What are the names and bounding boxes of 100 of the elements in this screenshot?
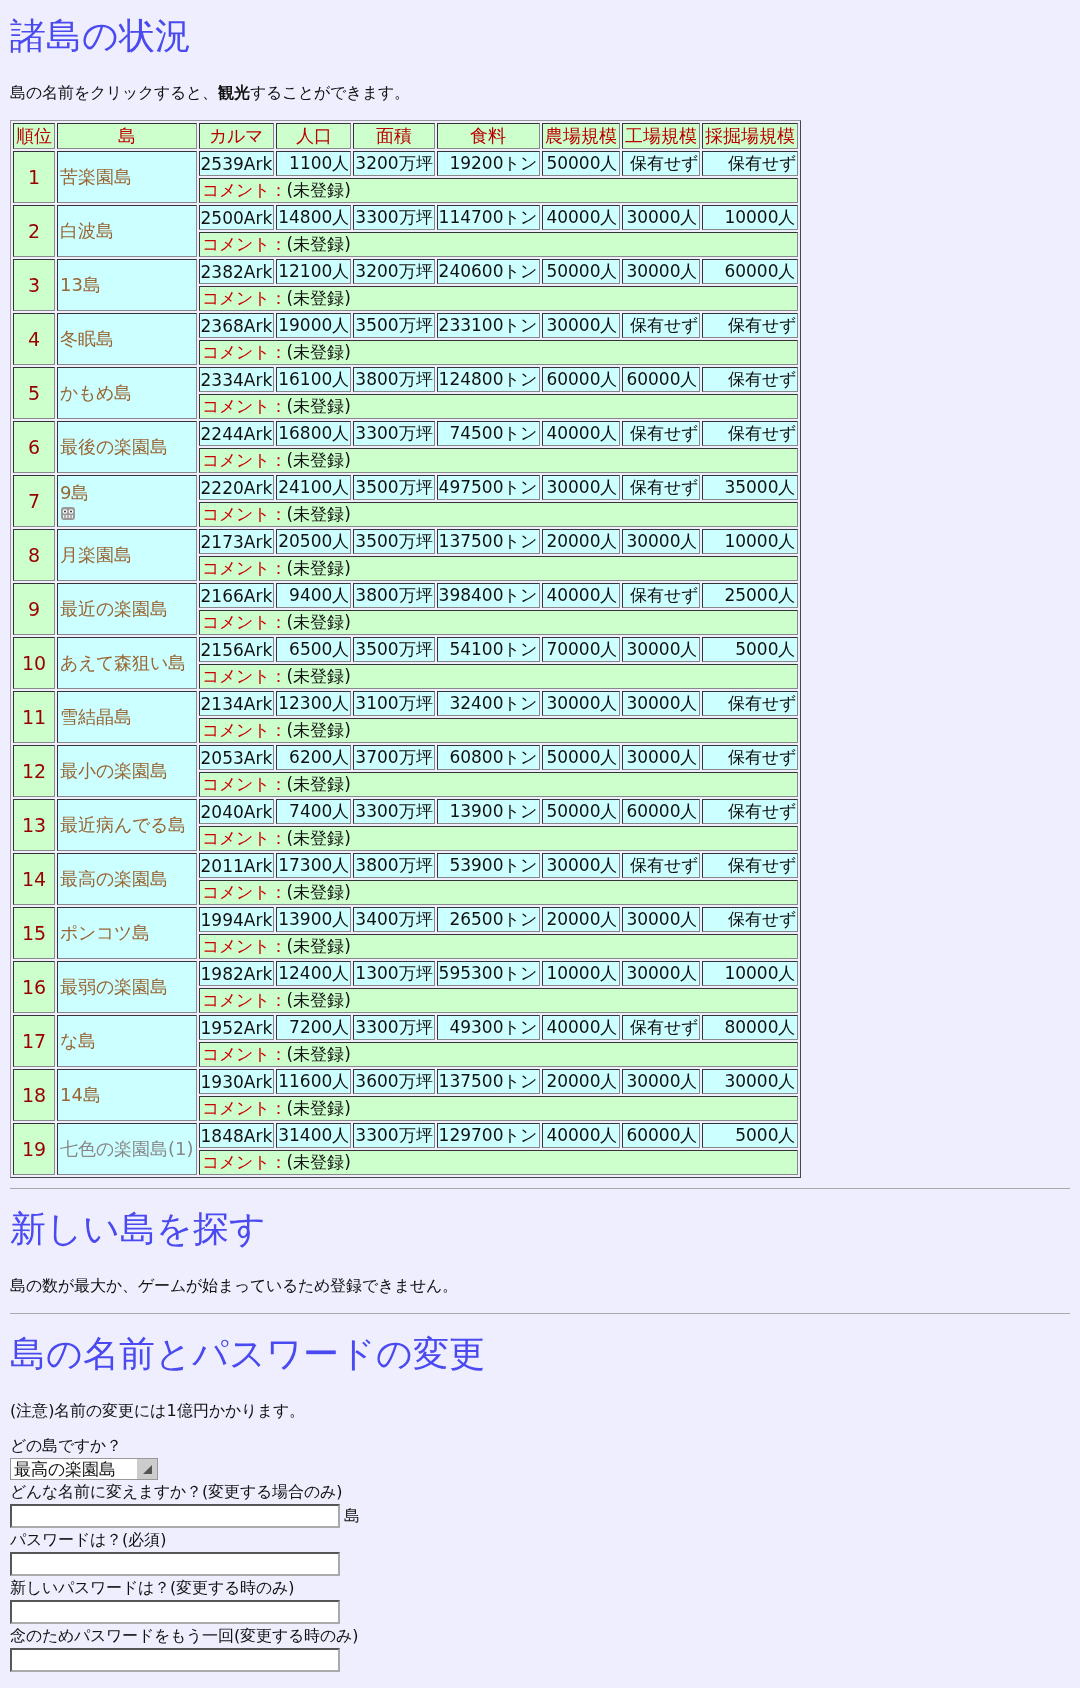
table-cell: 2134Ark: [198, 691, 275, 716]
comment-cell: コメント：(未登録): [198, 1096, 798, 1121]
table-cell: 2382Ark: [198, 259, 275, 284]
table-cell: 19000人: [276, 313, 352, 338]
table-cell: 7400人: [276, 799, 352, 824]
table-cell: 保有せず: [701, 367, 798, 392]
island-link[interactable]: 苦楽園島: [60, 165, 132, 189]
field-label: どの島ですか？: [10, 1436, 122, 1455]
table-cell: 3100万坪: [353, 691, 435, 716]
table-cell: 2500Ark: [198, 205, 275, 230]
rank-cell: 15: [13, 907, 55, 959]
table-cell: 保有せず: [621, 583, 700, 608]
table-cell: 40000人: [541, 1015, 620, 1040]
island-link[interactable]: あえて森狙い島: [60, 651, 186, 675]
island-link[interactable]: 最近病んでる島: [60, 813, 186, 837]
table-cell: 9400人: [276, 583, 352, 608]
table-cell: 2011Ark: [198, 853, 275, 878]
input-field[interactable]: [10, 1648, 340, 1672]
comment-cell: コメント：(未登録): [198, 610, 798, 635]
comment-cell: コメント：(未登録): [198, 286, 798, 311]
island-link[interactable]: 雪結晶島: [60, 705, 132, 729]
table-cell: 398400トン: [436, 583, 540, 608]
table-cell: 保有せず: [701, 313, 798, 338]
table-cell: 30000人: [541, 475, 620, 500]
note-text: (注意)名前の変更には1億円かかります。: [10, 1401, 305, 1422]
table-cell: 40000人: [541, 205, 620, 230]
island-link[interactable]: な島: [60, 1029, 96, 1053]
comment-cell: コメント：(未登録): [198, 934, 798, 959]
island-select[interactable]: 最高の楽園島: [10, 1458, 158, 1480]
table-cell: 32400トン: [436, 691, 540, 716]
table-cell: 保有せず: [701, 691, 798, 716]
table-cell: 240600トン: [436, 259, 540, 284]
table-cell: 2166Ark: [198, 583, 275, 608]
comment-cell: コメント：(未登録): [198, 394, 798, 419]
column-header: 人口: [276, 123, 352, 149]
table-cell: 60000人: [621, 367, 700, 392]
rank-cell: 1: [13, 151, 55, 203]
table-cell: 保有せず: [621, 151, 700, 176]
rank-cell: 16: [13, 961, 55, 1013]
table-cell: 25000人: [701, 583, 798, 608]
input-field[interactable]: [10, 1600, 340, 1624]
comment-cell: コメント：(未登録): [198, 772, 798, 797]
rank-cell: 14: [13, 853, 55, 905]
rank-cell: 11: [13, 691, 55, 743]
rank-cell: 9: [13, 583, 55, 635]
input-field[interactable]: [10, 1504, 340, 1528]
island-link[interactable]: 9島: [60, 481, 90, 505]
table-cell: 3200万坪: [353, 259, 435, 284]
comment-cell: コメント：(未登録): [198, 448, 798, 473]
table-cell: 保有せず: [701, 421, 798, 446]
column-header: 農場規模: [541, 123, 620, 149]
table-cell: 2334Ark: [198, 367, 275, 392]
table-cell: 31400人: [276, 1123, 352, 1148]
table-cell: 60000人: [701, 259, 798, 284]
table-cell: 保有せず: [701, 745, 798, 770]
table-cell: 3200万坪: [353, 151, 435, 176]
island-link[interactable]: かもめ島: [60, 381, 132, 405]
island-link[interactable]: 最弱の楽園島: [60, 975, 168, 999]
island-link[interactable]: 冬眠島: [60, 327, 114, 351]
column-header: 採掘場規模: [701, 123, 798, 149]
table-cell: 13900人: [276, 907, 352, 932]
comment-cell: コメント：(未登録): [198, 988, 798, 1013]
table-cell: 30000人: [701, 1069, 798, 1094]
field-label: パスワードは？(必須): [10, 1530, 167, 1549]
field-label: 念のためパスワードをもう一回(変更する時のみ): [10, 1626, 359, 1645]
table-cell: 20500人: [276, 529, 352, 554]
table-cell: 2220Ark: [198, 475, 275, 500]
table-cell: 26500トン: [436, 907, 540, 932]
comment-cell: コメント：(未登録): [198, 178, 798, 203]
island-link[interactable]: 最小の楽園島: [60, 759, 168, 783]
island-link[interactable]: 最後の楽園島: [60, 435, 168, 459]
island-link[interactable]: 月楽園島: [60, 543, 132, 567]
island-link[interactable]: 白波島: [60, 219, 114, 243]
island-link[interactable]: 最高の楽園島: [60, 867, 168, 891]
table-cell: 40000人: [541, 1123, 620, 1148]
table-cell: 14800人: [276, 205, 352, 230]
rank-cell: 2: [13, 205, 55, 257]
comment-cell: コメント：(未登録): [198, 340, 798, 365]
intro-text: 島の名前をクリックすると、観光することができます。: [10, 83, 410, 104]
island-link[interactable]: ポンコツ島: [60, 921, 150, 945]
input-field[interactable]: [10, 1552, 340, 1576]
table-cell: 50000人: [541, 799, 620, 824]
field-suffix: 島: [344, 1505, 360, 1527]
table-cell: 11600人: [276, 1069, 352, 1094]
island-link[interactable]: 最近の楽園島: [60, 597, 168, 621]
rank-cell: 13: [13, 799, 55, 851]
table-cell: 129700トン: [436, 1123, 540, 1148]
island-link[interactable]: 14島: [60, 1083, 101, 1107]
table-cell: 30000人: [621, 1069, 700, 1094]
table-cell: 50000人: [541, 151, 620, 176]
table-cell: 20000人: [541, 1069, 620, 1094]
comment-cell: コメント：(未登録): [198, 664, 798, 689]
table-cell: 2368Ark: [198, 313, 275, 338]
island-link[interactable]: 七色の楽園島(1): [60, 1137, 194, 1161]
island-link[interactable]: 13島: [60, 273, 101, 297]
table-cell: 保有せず: [621, 853, 700, 878]
table-cell: 3300万坪: [353, 1123, 435, 1148]
comment-cell: コメント：(未登録): [198, 880, 798, 905]
table-cell: 60000人: [541, 367, 620, 392]
table-cell: 3500万坪: [353, 529, 435, 554]
